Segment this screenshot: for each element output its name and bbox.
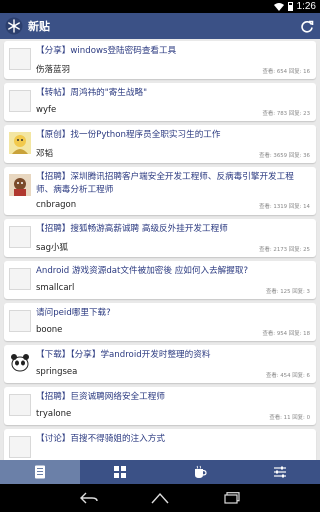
home-icon[interactable]: [150, 492, 170, 504]
post-author: 邓韬: [36, 149, 54, 159]
post-title: Android 游戏资源dat文件被加密後 应如何入去解握取?: [36, 266, 249, 276]
post-author: smallcarl: [36, 283, 75, 293]
post-title: 【原创】找一份Python程序员全职实习生的工作: [36, 130, 221, 140]
post-title: 请问peid哪里下载?: [36, 308, 111, 318]
document-icon: [35, 465, 45, 479]
post-item[interactable]: 【讨论】百搜不得骑姐的注入方式: [4, 429, 316, 460]
avatar: [9, 310, 31, 332]
post-stats: 查看: 11 回复: 0: [269, 415, 310, 421]
post-list: 【分享】windows登陆密码查看工具 伤落蓝羽 查看: 654 回复: 16 …: [0, 39, 320, 460]
post-item[interactable]: 【转帖】周鸿祎的"寄生战略" wyfe 查看: 783 回复: 23: [4, 83, 316, 121]
post-item[interactable]: 【原创】找一份Python程序员全职实习生的工作 邓韬 查看: 3659 回复:…: [4, 125, 316, 163]
tab-coffee[interactable]: [160, 460, 240, 484]
post-author: springsea: [36, 367, 78, 377]
post-author: wyfe: [36, 105, 57, 115]
post-item[interactable]: 【招聘】搜狐畅游高薪诚聘 高级反外挂开发工程师 sag小狐 查看: 2173 回…: [4, 219, 316, 257]
post-author: tryalone: [36, 409, 72, 419]
avatar: [9, 90, 31, 112]
battery-icon: [287, 2, 293, 11]
post-item[interactable]: 请问peid哪里下载? boone 查看: 954 回复: 18: [4, 303, 316, 341]
post-title: 【下载】【分享】学android开发时整理的资料: [36, 350, 211, 360]
post-item[interactable]: 【招聘】深圳腾讯招聘客户端安全开发工程师、反病毒引擎开发工程师、病毒分析工程师 …: [4, 167, 316, 215]
post-stats: 查看: 125 回复: 3: [265, 289, 310, 295]
post-author: boone: [36, 325, 63, 335]
post-title: 【招聘】深圳腾讯招聘客户端安全开发工程师、反病毒引擎开发工程师、病毒分析工程师: [36, 172, 294, 195]
avatar: [9, 48, 31, 70]
post-title: 【转帖】周鸿祎的"寄生战略": [36, 88, 148, 98]
tab-boards[interactable]: [80, 460, 160, 484]
post-item[interactable]: Android 游戏资源dat文件被加密後 应如何入去解握取? smallcar…: [4, 261, 316, 299]
back-icon[interactable]: [80, 492, 98, 504]
refresh-icon[interactable]: [300, 19, 314, 33]
post-stats: 查看: 654 回复: 16: [262, 69, 310, 75]
post-stats: 查看: 2173 回复: 25: [259, 247, 310, 253]
post-title: 【招聘】巨资诚聘网络安全工程师: [36, 392, 165, 402]
tab-settings[interactable]: [240, 460, 320, 484]
post-title: 【分享】windows登陆密码查看工具: [36, 46, 177, 56]
post-title: 【招聘】搜狐畅游高薪诚聘 高级反外挂开发工程师: [36, 224, 228, 234]
app-header: 新贴: [0, 13, 320, 39]
status-bar: 1:26: [0, 0, 320, 13]
post-item[interactable]: 【分享】windows登陆密码查看工具 伤落蓝羽 查看: 654 回复: 16: [4, 41, 316, 79]
avatar: [9, 226, 31, 248]
post-item[interactable]: 【招聘】巨资诚聘网络安全工程师 tryalone 查看: 11 回复: 0: [4, 387, 316, 425]
post-author: 伤落蓝羽: [36, 65, 71, 75]
post-stats: 查看: 783 回复: 23: [262, 111, 310, 117]
status-time: 1:26: [296, 1, 316, 12]
post-stats: 查看: 1319 回复: 14: [259, 204, 310, 210]
avatar: [9, 436, 31, 458]
avatar: [9, 132, 31, 154]
post-stats: 查看: 954 回复: 18: [262, 331, 310, 337]
avatar: [9, 174, 31, 196]
snowflake-icon: [5, 17, 23, 35]
post-item[interactable]: 【下载】【分享】学android开发时整理的资料 springsea 查看: 4…: [4, 345, 316, 383]
bottom-tab-bar: [0, 460, 320, 484]
status-indicators: 1:26: [273, 0, 316, 13]
post-stats: 查看: 454 回复: 6: [265, 373, 310, 379]
avatar: [9, 352, 31, 374]
cup-icon: [195, 465, 207, 478]
post-author: cnbragon: [36, 200, 77, 210]
page-title: 新贴: [28, 20, 50, 33]
recent-apps-icon[interactable]: [224, 492, 240, 504]
post-title: 【讨论】百搜不得骑姐的注入方式: [36, 434, 165, 444]
avatar: [9, 268, 31, 290]
system-nav-bar: [0, 484, 320, 512]
avatar: [9, 394, 31, 416]
post-author: sag小狐: [36, 243, 69, 253]
wifi-icon: [273, 2, 284, 11]
grid-icon: [114, 466, 126, 478]
sliders-icon: [274, 466, 286, 478]
post-stats: 查看: 3659 回复: 36: [259, 153, 310, 159]
tab-new-posts[interactable]: [0, 460, 80, 484]
